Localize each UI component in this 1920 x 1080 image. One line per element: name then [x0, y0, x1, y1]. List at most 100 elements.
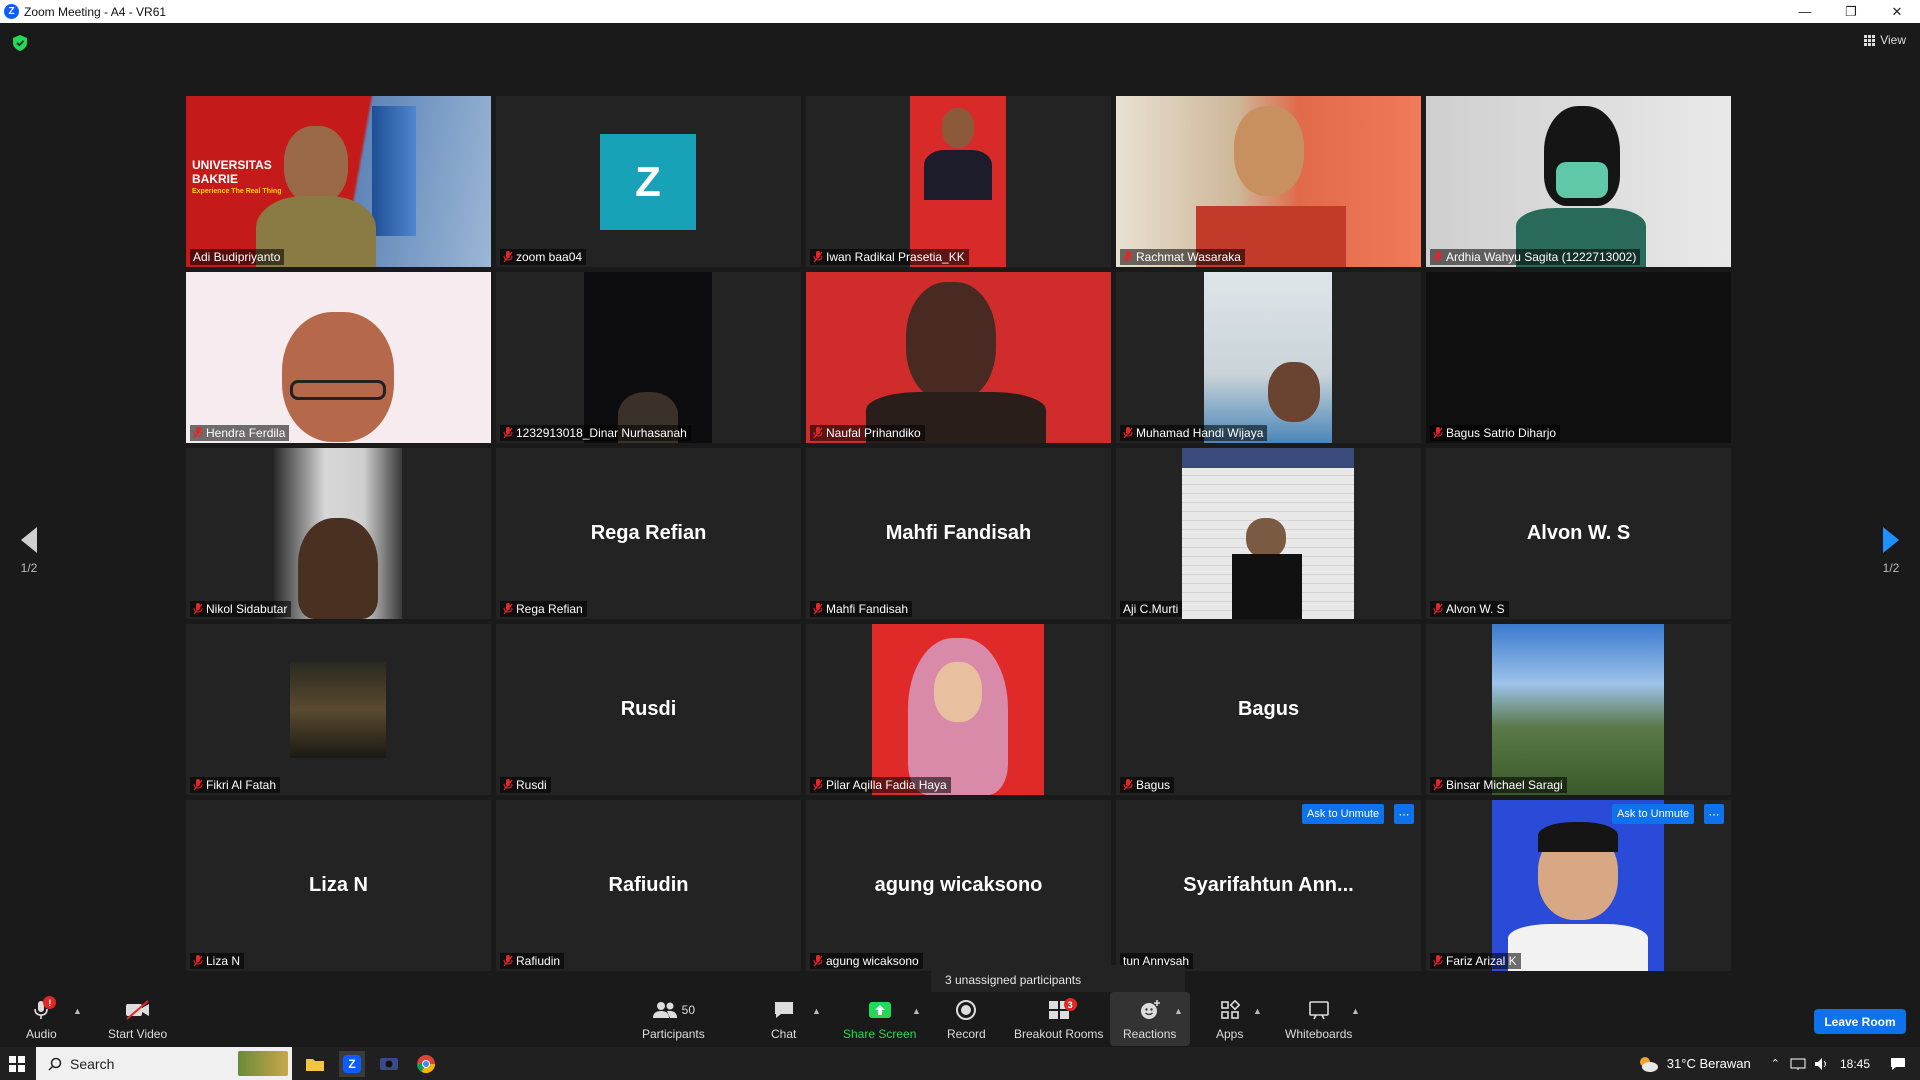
mic-muted-icon [503, 779, 513, 791]
share-options-caret[interactable]: ▲ [912, 1006, 921, 1016]
next-page-button[interactable] [1876, 520, 1906, 560]
weather-cloud-icon[interactable] [1637, 1055, 1659, 1073]
participant-tile[interactable]: Syarifahtun Ann... Ask to Unmute ⋯ tun A… [1116, 800, 1421, 971]
participant-name-label: Ardhia Wahyu Sagita (1222713002) [1430, 249, 1641, 265]
participant-tile[interactable]: Rachmat Wasaraka [1116, 96, 1421, 267]
participant-name-label: Fikri Al Fatah [190, 777, 281, 793]
participant-tile[interactable]: Alvon W. S Alvon W. S [1426, 448, 1731, 619]
video-feed [1116, 96, 1421, 267]
video-feed [1204, 272, 1332, 443]
start-video-button[interactable]: Start Video [108, 998, 167, 1041]
system-tray: 31°C Berawan ⌃ 18:45 [1637, 1047, 1920, 1080]
more-options-button[interactable]: ⋯ [1394, 804, 1414, 824]
participant-tile[interactable]: Naufal Prihandiko [806, 272, 1111, 443]
banner-tagline: Experience The Real Thing [192, 188, 282, 195]
participant-tile[interactable]: Pilar Aqilla Fadia Haya [806, 624, 1111, 795]
apps-button[interactable]: Apps [1216, 998, 1243, 1041]
participant-tile[interactable]: Rusdi Rusdi [496, 624, 801, 795]
record-label: Record [947, 1027, 986, 1041]
close-button[interactable]: ✕ [1874, 0, 1920, 23]
apps-icon [1220, 1000, 1240, 1019]
tray-overflow-icon[interactable]: ⌃ [1771, 1057, 1780, 1070]
banner-strip [1182, 448, 1354, 468]
file-explorer-icon[interactable] [302, 1051, 328, 1077]
participant-name-label: Bagus Satrio Diharjo [1430, 425, 1561, 441]
zoom-logo-icon: Z [4, 4, 19, 19]
chat-options-caret[interactable]: ▲ [812, 1006, 821, 1016]
participant-tile[interactable]: agung wicaksono agung wicaksono [806, 800, 1111, 971]
smiley-plus-icon [1140, 1000, 1160, 1019]
restore-button[interactable]: ❐ [1828, 0, 1874, 23]
chat-button[interactable]: Chat [771, 998, 796, 1041]
camera-app-icon[interactable] [376, 1051, 402, 1077]
person-head [1268, 362, 1320, 422]
chrome-icon[interactable] [413, 1051, 439, 1077]
participant-tile[interactable]: Ask to Unmute ⋯ Fariz Arizal K [1426, 800, 1731, 971]
share-screen-button[interactable]: Share Screen [843, 998, 916, 1041]
view-button[interactable]: View [1864, 33, 1906, 47]
whiteboards-options-caret[interactable]: ▲ [1351, 1006, 1360, 1016]
participant-tile[interactable]: Aji C.Murti [1116, 448, 1421, 619]
video-feed [1426, 272, 1731, 443]
apps-label: Apps [1216, 1027, 1244, 1041]
participant-tile[interactable]: Mahfi Fandisah Mahfi Fandisah [806, 448, 1111, 619]
reactions-options-caret[interactable]: ▲ [1174, 1006, 1183, 1016]
participant-tile[interactable]: UNIVERSITAS BAKRIE Experience The Real Th… [186, 96, 491, 267]
participant-tile[interactable]: Fikri Al Fatah [186, 624, 491, 795]
notifications-icon[interactable] [1890, 1057, 1906, 1071]
participant-tile[interactable]: Bagus Satrio Diharjo [1426, 272, 1731, 443]
participant-tile[interactable]: Ardhia Wahyu Sagita (1222713002) [1426, 96, 1731, 267]
participant-tile[interactable]: Muhamad Handi Wijaya [1116, 272, 1421, 443]
participant-tile[interactable]: Iwan Radikal Prasetia_KK [806, 96, 1111, 267]
leave-room-button[interactable]: Leave Room [1814, 1009, 1906, 1034]
minimize-button[interactable]: — [1782, 0, 1828, 23]
breakout-rooms-button[interactable]: 3 Breakout Rooms [1014, 998, 1103, 1041]
participant-tile[interactable]: Binsar Michael Saragi [1426, 624, 1731, 795]
audio-options-caret[interactable]: ▲ [73, 1006, 82, 1016]
mic-muted-icon [503, 251, 513, 263]
participant-display-name: Liza N [309, 874, 368, 896]
ask-to-unmute-button[interactable]: Ask to Unmute [1612, 804, 1695, 824]
person-hair [1538, 822, 1618, 852]
mic-muted-icon [193, 427, 203, 439]
previous-page-button[interactable] [14, 520, 44, 560]
page-indicator-left: 1/2 [20, 561, 38, 575]
security-shield-icon[interactable] [13, 35, 27, 51]
ask-to-unmute-button[interactable]: Ask to Unmute [1302, 804, 1385, 824]
taskbar-search[interactable]: Search [36, 1047, 292, 1080]
participant-tile[interactable]: Hendra Ferdila [186, 272, 491, 443]
participant-tile[interactable]: Liza N Liza N [186, 800, 491, 971]
search-placeholder: Search [70, 1055, 115, 1072]
audio-button[interactable]: ! Audio [26, 996, 57, 1041]
participant-tile[interactable]: Rega Refian Rega Refian [496, 448, 801, 619]
participant-name-label: Rafiudin [500, 953, 565, 969]
apps-options-caret[interactable]: ▲ [1253, 1006, 1262, 1016]
participant-tile[interactable]: Nikol Sidabutar [186, 448, 491, 619]
record-button[interactable]: Record [947, 998, 986, 1041]
zoom-app-icon[interactable]: Z [339, 1051, 365, 1077]
weather-text[interactable]: 31°C Berawan [1667, 1056, 1751, 1071]
participant-name-label: Fariz Arizal K [1430, 953, 1521, 969]
mic-muted-icon [1433, 251, 1443, 263]
mic-muted-icon [193, 779, 203, 791]
video-feed: UNIVERSITAS BAKRIE Experience The Real Th… [186, 96, 491, 267]
participant-tile[interactable]: Rafiudin Rafiudin [496, 800, 801, 971]
participants-button[interactable]: 50 Participants [642, 998, 705, 1041]
search-icon [48, 1057, 62, 1071]
network-icon[interactable] [1790, 1057, 1806, 1071]
reactions-label: Reactions [1123, 1027, 1177, 1041]
volume-icon[interactable] [1814, 1057, 1830, 1071]
participant-tile[interactable]: 1232913018_Dinar Nurhasanah [496, 272, 801, 443]
mic-muted-icon [503, 427, 513, 439]
person-body [924, 150, 992, 200]
person-head [298, 518, 378, 619]
participant-tile[interactable]: Bagus Bagus [1116, 624, 1421, 795]
clock-time[interactable]: 18:45 [1840, 1057, 1870, 1071]
start-button[interactable] [0, 1047, 34, 1080]
reactions-button[interactable]: Reactions [1123, 998, 1176, 1041]
more-options-button[interactable]: ⋯ [1704, 804, 1724, 824]
participants-count: 50 [681, 1003, 696, 1017]
whiteboards-button[interactable]: Whiteboards [1285, 998, 1352, 1041]
participant-tile[interactable]: Z zoom baa04 [496, 96, 801, 267]
person-face [934, 662, 982, 722]
